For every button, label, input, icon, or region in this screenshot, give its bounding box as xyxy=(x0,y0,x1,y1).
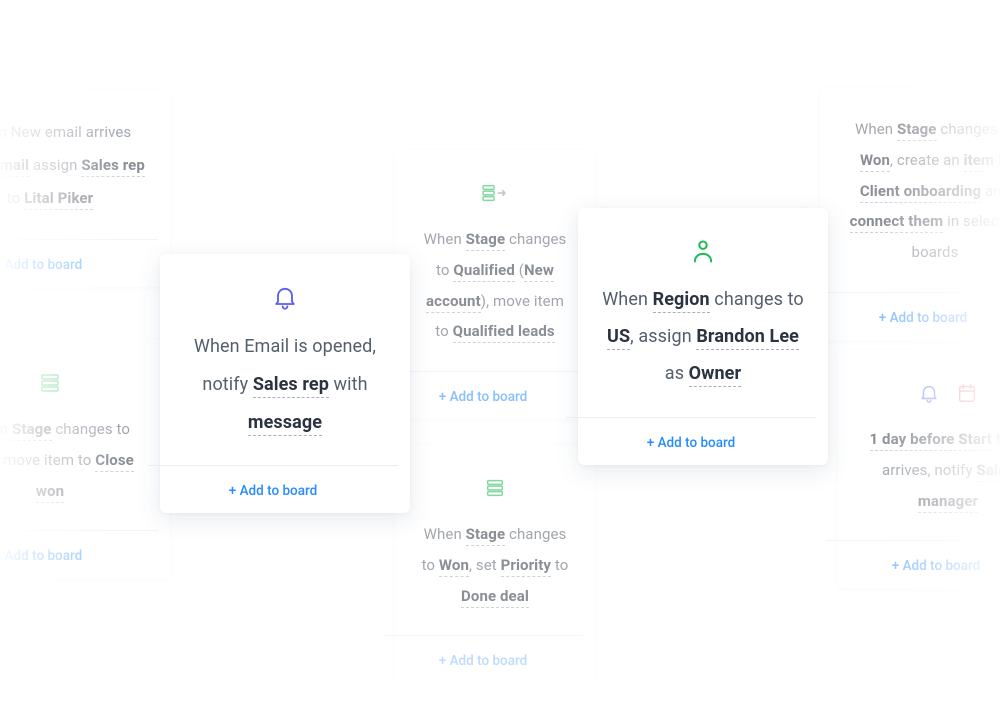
automation-card-region-us: When Region changes to US, assign Brando… xyxy=(578,208,828,465)
automation-text: When Stage changes to Won, move item to … xyxy=(0,414,146,530)
automation-card-close-won: When Stage changes to Won, move item to … xyxy=(0,340,170,578)
add-to-board-link[interactable]: + Add to board xyxy=(0,257,82,273)
add-to-board-link[interactable]: + Add to board xyxy=(647,435,736,451)
card-footer: + Add to board xyxy=(0,530,158,578)
automation-card-start-time: 1 day before Start time arrives, notify … xyxy=(838,350,1000,588)
automation-card-client-onboarding: When Stage changes to Won, create an ite… xyxy=(820,88,1000,340)
calendar-icon xyxy=(953,379,981,407)
person-icon xyxy=(689,237,717,265)
card-footer: + Add to board xyxy=(148,465,398,513)
card-footer: + Add to board xyxy=(383,635,583,683)
bell-icon xyxy=(271,283,299,311)
add-to-board-link[interactable]: + Add to board xyxy=(0,548,82,564)
automation-text: 1 day before Start time arrives, notify … xyxy=(862,424,1000,540)
card-footer: + Add to board xyxy=(383,371,583,419)
automation-text: When Stage changes to Won, create an ite… xyxy=(844,114,1000,292)
bell-icon xyxy=(915,379,943,407)
automation-text: When Stage changes to Won, set Priority … xyxy=(419,519,571,635)
automation-card-new-email: When New email arrives from Email assign… xyxy=(0,90,170,287)
card-footer: + Add to board xyxy=(0,239,158,287)
card-footer: + Add to board xyxy=(826,540,1000,588)
automation-card-qualified: When Stage changes to Qualified (New acc… xyxy=(395,150,595,419)
add-to-board-link[interactable]: + Add to board xyxy=(879,310,968,326)
list-icon xyxy=(36,369,64,397)
automation-text: When Region changes to US, assign Brando… xyxy=(602,282,804,417)
add-to-board-link[interactable]: + Add to board xyxy=(439,653,528,669)
list-arrow-icon xyxy=(481,179,509,207)
add-to-board-link[interactable]: + Add to board xyxy=(439,389,528,405)
card-footer: + Add to board xyxy=(566,417,816,465)
automation-card-done-deal: When Stage changes to Won, set Priority … xyxy=(395,445,595,683)
automation-text: When Email is opened, notify Sales rep w… xyxy=(184,328,386,465)
card-footer: + Add to board xyxy=(808,292,1000,340)
add-to-board-link[interactable]: + Add to board xyxy=(229,483,318,499)
automation-card-email-opened: When Email is opened, notify Sales rep w… xyxy=(160,254,410,513)
automation-text: When New email arrives from Email assign… xyxy=(0,116,146,239)
automation-text: When Stage changes to Qualified (New acc… xyxy=(419,224,571,371)
list-icon xyxy=(481,474,509,502)
add-to-board-link[interactable]: + Add to board xyxy=(892,558,981,574)
